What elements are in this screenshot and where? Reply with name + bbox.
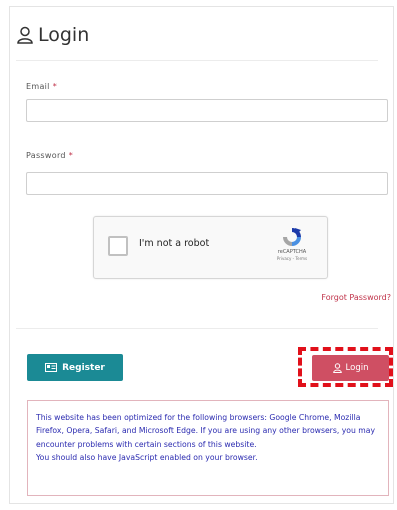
user-icon (332, 363, 342, 373)
recaptcha-icon (283, 228, 301, 246)
password-field[interactable] (26, 172, 388, 195)
id-card-icon (45, 363, 58, 372)
browser-notice: This website has been optimized for the … (27, 400, 389, 496)
notice-text: This website has been optimized for the … (36, 413, 376, 449)
login-button-label: Login (345, 363, 369, 373)
recaptcha-privacy-link[interactable]: Privacy - Terms (271, 256, 313, 261)
forgot-password-link[interactable]: Forgot Password? (321, 293, 391, 302)
register-button-label: Register (62, 362, 105, 373)
recaptcha-brand: reCAPTCHA (277, 249, 307, 255)
user-icon (17, 26, 33, 44)
page-title: Login (17, 22, 89, 48)
divider (16, 328, 378, 329)
register-button[interactable]: Register (27, 354, 123, 381)
recaptcha-checkbox[interactable] (108, 236, 128, 256)
required-mark: * (68, 151, 74, 160)
required-mark: * (52, 82, 58, 91)
login-button[interactable]: Login (312, 355, 389, 381)
recaptcha-widget: I'm not a robot reCAPTCHA Privacy - Term… (93, 216, 328, 279)
divider (16, 60, 378, 61)
page-title-text: Login (38, 24, 90, 46)
recaptcha-label: I'm not a robot (139, 238, 210, 249)
recaptcha-logo: reCAPTCHA Privacy - Terms (271, 226, 313, 274)
email-label: Email * (26, 82, 58, 91)
email-field[interactable] (26, 99, 388, 122)
password-label: Password * (26, 151, 74, 160)
notice-javascript-text: You should also have JavaScript enabled … (36, 452, 258, 462)
